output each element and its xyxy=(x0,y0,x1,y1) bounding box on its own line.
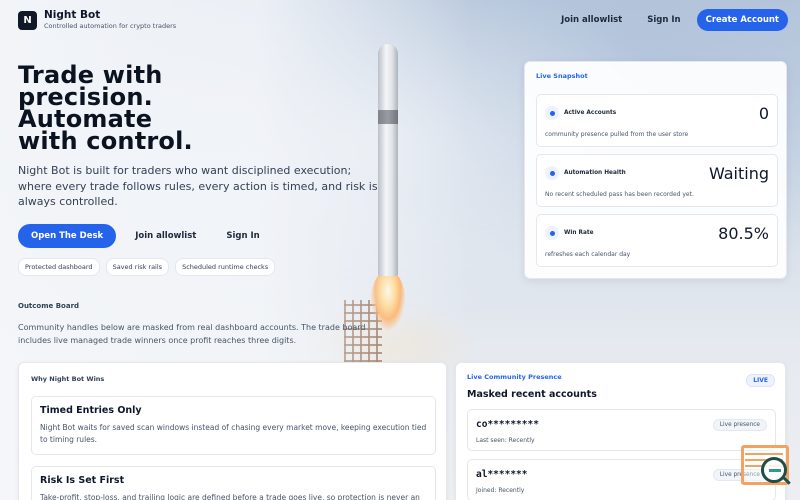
account-meta: Joined: Recently xyxy=(476,487,525,494)
account-handle: al******* xyxy=(476,469,528,480)
metric-value: Waiting xyxy=(708,164,769,183)
sign-in-link[interactable]: Sign In xyxy=(647,15,680,25)
metric-label: Automation Health xyxy=(564,170,626,176)
status-dot-icon xyxy=(545,106,559,120)
brand: Night Bot Controlled automation for cryp… xyxy=(44,9,176,31)
live-snapshot-panel: Live Snapshot Active Accounts 0 communit… xyxy=(524,61,787,279)
reason-card-risk-set-first: Risk Is Set First Take-profit, stop-loss… xyxy=(31,466,436,500)
why-title: Why Night Bot Wins xyxy=(31,375,105,383)
reason-text: Night Bot waits for saved scan windows i… xyxy=(40,423,427,444)
hero-title: Trade with precision. Automate with cont… xyxy=(18,63,278,155)
metric-value: 0 xyxy=(758,104,769,123)
join-allowlist-button[interactable]: Join allowlist xyxy=(135,231,196,241)
reason-title: Risk Is Set First xyxy=(40,475,125,486)
live-badge: LIVE xyxy=(746,374,775,387)
account-meta: Last seen: Recently xyxy=(476,437,535,444)
chip-saved-risk-rails: Saved risk rails xyxy=(105,258,170,276)
sign-in-button[interactable]: Sign In xyxy=(226,231,259,241)
widget-lines xyxy=(745,453,783,455)
live-community-presence-card: Live Community Presence LIVE Masked rece… xyxy=(455,362,786,500)
top-nav: N Night Bot Controlled automation for cr… xyxy=(18,9,788,31)
help-search-icon[interactable] xyxy=(741,445,791,491)
snapshot-title: Live Snapshot xyxy=(536,72,588,80)
live-presence-title: Live Community Presence xyxy=(467,373,562,381)
metric-label: Win Rate xyxy=(564,230,594,236)
nav-links: Join allowlist Sign In Create Account xyxy=(561,9,788,31)
hero-subtitle: Night Bot is built for traders who want … xyxy=(18,164,378,208)
status-dot-icon xyxy=(545,166,559,180)
hero-title-line: with control. xyxy=(18,127,193,155)
feature-chips: Protected dashboard Saved risk rails Sch… xyxy=(18,258,281,276)
why-night-bot-wins-card: Why Night Bot Wins Timed Entries Only Ni… xyxy=(18,362,447,500)
create-account-button[interactable]: Create Account xyxy=(696,9,788,31)
metric-card-win-rate: Win Rate 80.5% refreshes each calendar d… xyxy=(536,214,778,267)
open-desk-button[interactable]: Open The Desk xyxy=(18,224,117,248)
join-allowlist-link[interactable]: Join allowlist xyxy=(561,15,622,25)
account-row: co********* Last seen: Recently Live pre… xyxy=(467,409,776,451)
reason-card-timed-entries: Timed Entries Only Night Bot waits for s… xyxy=(31,396,436,455)
masked-accounts-heading: Masked recent accounts xyxy=(467,389,597,400)
brand-name[interactable]: Night Bot xyxy=(44,9,176,22)
reason-title: Timed Entries Only xyxy=(40,405,142,416)
night-bot-logo[interactable]: N xyxy=(18,10,37,30)
cta-row: Open The Desk Join allowlist Sign In xyxy=(18,224,260,248)
metric-value: 80.5% xyxy=(718,224,769,243)
reason-text: Take-profit, stop-loss, and trailing log… xyxy=(40,493,420,500)
outcome-board-label: Outcome Board xyxy=(18,302,80,310)
metric-note: refreshes each calendar day xyxy=(545,251,631,258)
metric-note: community presence pulled from the user … xyxy=(545,131,689,138)
chip-scheduled-runtime-checks: Scheduled runtime checks xyxy=(175,258,276,276)
outcome-board-description: Community handles below are masked from … xyxy=(18,323,366,345)
status-dot-icon xyxy=(545,226,559,240)
metric-label: Active Accounts xyxy=(564,110,617,116)
chip-protected-dashboard: Protected dashboard xyxy=(18,258,100,276)
brand-tagline: Controlled automation for crypto traders xyxy=(44,22,177,30)
account-handle: co********* xyxy=(476,419,539,430)
metric-note: No recent scheduled pass has been record… xyxy=(545,191,694,198)
metric-card-automation-health: Automation Health Waiting No recent sche… xyxy=(536,154,778,207)
metric-card-active-accounts: Active Accounts 0 community presence pul… xyxy=(536,94,778,147)
account-row: al******* Joined: Recently Live presence xyxy=(467,459,776,500)
live-presence-tag: Live presence xyxy=(712,419,767,431)
